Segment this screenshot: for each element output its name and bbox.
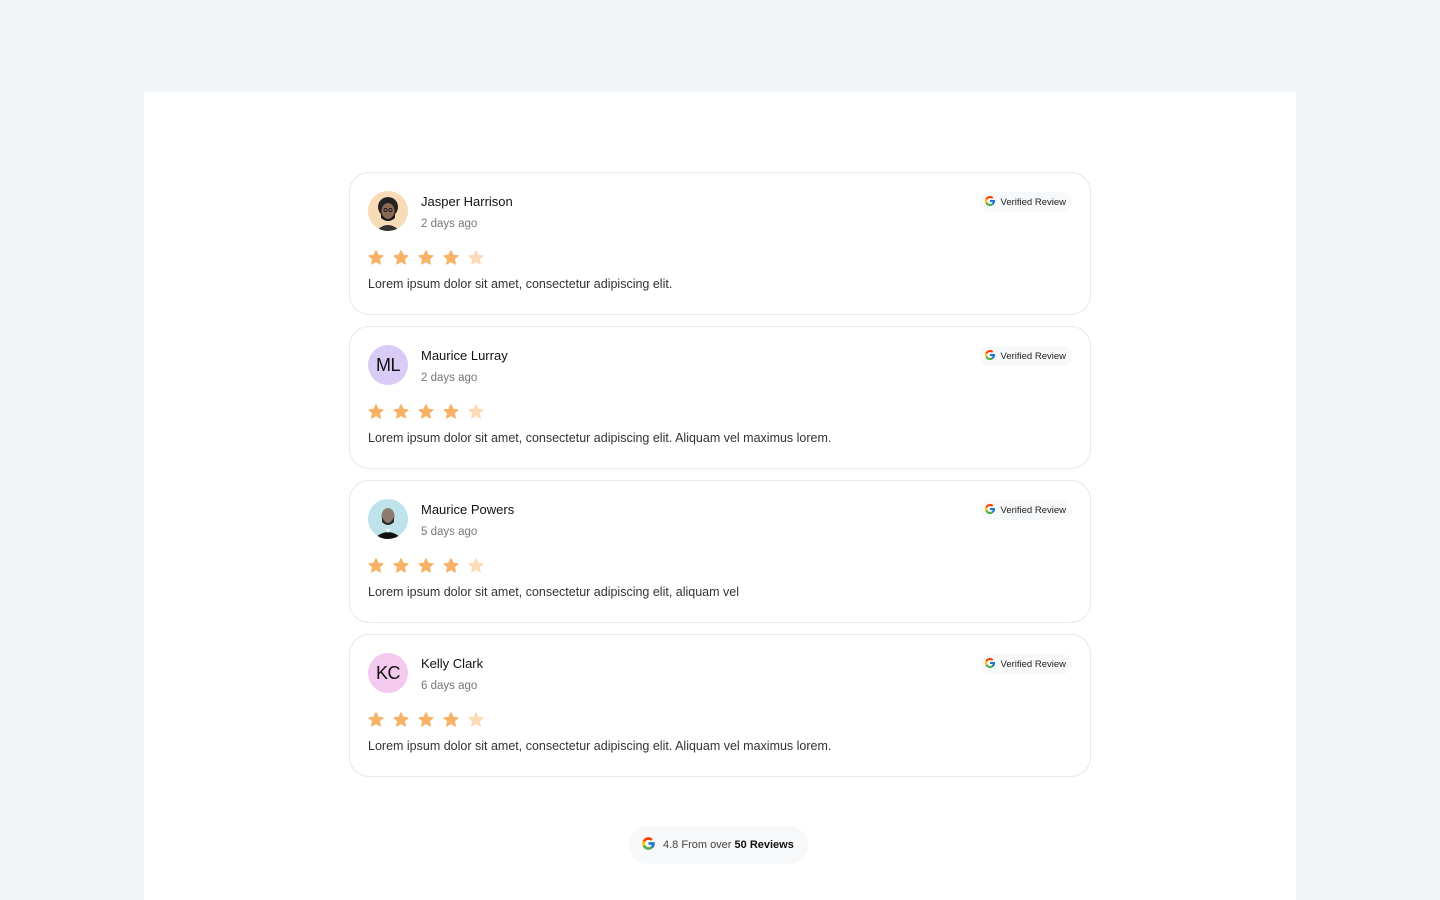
summary-prefix: 4.8 From over xyxy=(663,839,732,851)
google-g-icon xyxy=(984,503,996,518)
badge-label: Verified Review xyxy=(1000,196,1066,208)
star-filled-icon xyxy=(443,712,459,727)
review-list: Jasper Harrison 2 days ago Verified Revi… xyxy=(349,172,1091,788)
star-filled-icon xyxy=(443,250,459,265)
google-g-icon xyxy=(984,195,996,210)
verified-review-badge: Verified Review xyxy=(979,192,1072,212)
star-filled-icon xyxy=(368,712,384,727)
review-card: Jasper Harrison 2 days ago Verified Revi… xyxy=(349,172,1091,315)
star-filled-icon xyxy=(443,404,459,419)
reviewer-name: Maurice Powers xyxy=(421,502,515,517)
star-filled-icon xyxy=(418,712,434,727)
review-card: KC Kelly Clark 6 days ago Verified Revie… xyxy=(349,634,1091,777)
avatar-initials: ML xyxy=(368,345,408,385)
badge-label: Verified Review xyxy=(1000,658,1066,670)
rating-summary[interactable]: 4.8 From over 50 Reviews xyxy=(629,826,808,864)
summary-text: 4.8 From over 50 Reviews xyxy=(663,839,794,851)
review-text: Lorem ipsum dolor sit amet, consectetur … xyxy=(368,277,673,291)
star-rating xyxy=(368,404,484,419)
star-filled-icon xyxy=(418,558,434,573)
star-filled-icon xyxy=(393,404,409,419)
star-filled-icon xyxy=(393,558,409,573)
review-time: 2 days ago xyxy=(421,218,478,230)
review-card: Maurice Powers 5 days ago Verified Revie… xyxy=(349,480,1091,623)
star-rating xyxy=(368,250,484,265)
review-text: Lorem ipsum dolor sit amet, consectetur … xyxy=(368,431,832,445)
summary-review-count: 50 Reviews xyxy=(734,839,794,851)
avatar-jasper-harrison xyxy=(368,191,408,231)
review-text: Lorem ipsum dolor sit amet, consectetur … xyxy=(368,739,832,753)
star-empty-icon xyxy=(468,558,484,573)
review-time: 5 days ago xyxy=(421,526,478,538)
avatar-initials: KC xyxy=(368,653,408,693)
review-text: Lorem ipsum dolor sit amet, consectetur … xyxy=(368,585,740,599)
google-g-icon xyxy=(641,836,656,854)
verified-review-badge: Verified Review xyxy=(979,654,1072,674)
verified-review-badge: Verified Review xyxy=(979,346,1072,366)
reviewer-name: Maurice Lurray xyxy=(421,348,508,363)
star-filled-icon xyxy=(368,250,384,265)
verified-review-badge: Verified Review xyxy=(979,500,1072,520)
star-empty-icon xyxy=(468,712,484,727)
badge-label: Verified Review xyxy=(1000,350,1066,362)
reviewer-name: Jasper Harrison xyxy=(421,194,513,209)
badge-label: Verified Review xyxy=(1000,504,1066,516)
star-rating xyxy=(368,712,484,727)
star-filled-icon xyxy=(393,712,409,727)
star-empty-icon xyxy=(468,404,484,419)
star-empty-icon xyxy=(468,250,484,265)
star-rating xyxy=(368,558,484,573)
reviewer-name: Kelly Clark xyxy=(421,656,484,671)
star-filled-icon xyxy=(393,250,409,265)
review-time: 6 days ago xyxy=(421,680,478,692)
review-card: ML Maurice Lurray 2 days ago Verified Re… xyxy=(349,326,1091,469)
star-filled-icon xyxy=(443,558,459,573)
star-filled-icon xyxy=(368,404,384,419)
star-filled-icon xyxy=(368,558,384,573)
reviews-panel: Jasper Harrison 2 days ago Verified Revi… xyxy=(144,92,1296,900)
review-time: 2 days ago xyxy=(421,372,478,384)
star-filled-icon xyxy=(418,404,434,419)
google-g-icon xyxy=(984,349,996,364)
google-g-icon xyxy=(984,657,996,672)
star-filled-icon xyxy=(418,250,434,265)
avatar-maurice-powers xyxy=(368,499,408,539)
